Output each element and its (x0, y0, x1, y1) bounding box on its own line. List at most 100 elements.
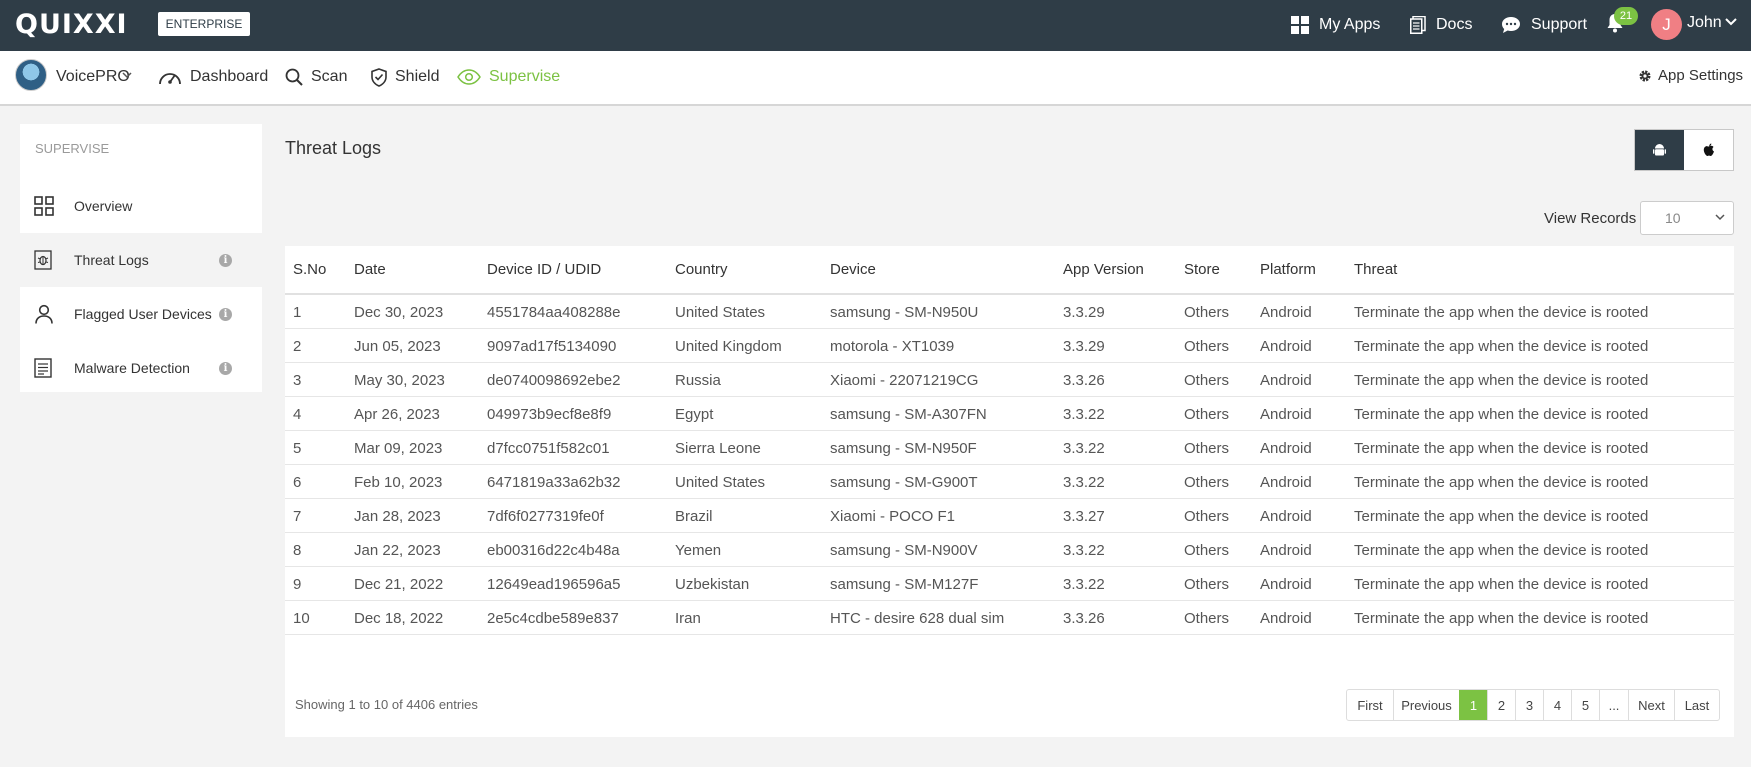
cell-threat: Terminate the app when the device is roo… (1354, 406, 1649, 423)
cell-device-id: 2e5c4cdbe589e837 (487, 610, 619, 627)
table-row[interactable]: 10 Dec 18, 2022 2e5c4cdbe589e837 Iran HTC - … (285, 601, 1734, 635)
sidebar-title: SUPERVISE (35, 141, 110, 156)
cell-store: Others (1184, 576, 1230, 593)
page-1-button[interactable]: 1 (1459, 690, 1487, 720)
eye-icon (457, 69, 481, 85)
table-row[interactable]: 4 Apr 26, 2023 049973b9ecf8e8f9 Egypt samsun… (285, 397, 1734, 431)
column-header[interactable]: Device ID / UDID (487, 261, 601, 278)
app-settings-link[interactable]: App Settings (1638, 67, 1743, 84)
cell-app-version: 3.3.22 (1063, 576, 1105, 593)
table-row[interactable]: 2 Jun 05, 2023 9097ad17f5134090 United King… (285, 329, 1734, 363)
view-records-label: View Records (1544, 210, 1637, 227)
column-header[interactable]: Device (830, 261, 876, 278)
tab-scan[interactable]: Scan (285, 63, 347, 91)
page-4-button[interactable]: 4 (1543, 690, 1571, 720)
chevron-down-icon[interactable] (1725, 18, 1737, 26)
info-icon[interactable]: i (219, 254, 232, 267)
docs-link[interactable]: Docs (1410, 12, 1472, 38)
column-header[interactable]: S.No (293, 261, 326, 278)
table-row[interactable]: 3 May 30, 2023 de0740098692ebe2 Russia Xiaom… (285, 363, 1734, 397)
user-icon (35, 304, 53, 324)
cell-device: samsung - SM-N950U (830, 304, 979, 321)
tab-dashboard[interactable]: Dashboard (158, 63, 268, 91)
info-icon[interactable]: i (219, 362, 232, 375)
page-first-button[interactable]: First (1347, 690, 1393, 720)
table-row[interactable]: 8 Jan 22, 2023 eb00316d22c4b48a Yemen samsun… (285, 533, 1734, 567)
app-nav-bar: VoicePRO Dashboard Scan Shield Supervise… (0, 51, 1751, 106)
sidebar-item-overview[interactable]: Overview (20, 179, 262, 233)
column-header[interactable]: Platform (1260, 261, 1316, 278)
cell-threat: Terminate the app when the device is roo… (1354, 542, 1649, 559)
page-3-button[interactable]: 3 (1515, 690, 1543, 720)
sidebar-item-flagged-user-devices[interactable]: Flagged User Devices i (20, 287, 262, 341)
android-filter-button[interactable] (1635, 130, 1684, 170)
cell-threat: Terminate the app when the device is roo… (1354, 610, 1649, 627)
support-link[interactable]: Support (1501, 12, 1587, 38)
column-header[interactable]: Date (354, 261, 386, 278)
support-label: Support (1531, 16, 1588, 33)
cell-platform: Android (1260, 610, 1312, 627)
page-title: Threat Logs (285, 138, 382, 158)
records-per-page-select[interactable]: 10 (1640, 201, 1734, 235)
cell-store: Others (1184, 338, 1230, 355)
cell-country: United States (675, 304, 766, 321)
sidebar-item-malware-detection[interactable]: Malware Detection i (20, 341, 262, 395)
info-icon[interactable]: i (219, 308, 232, 321)
cell-device-id: 7df6f0277319fe0f (487, 508, 604, 525)
sidebar-item-label: Malware Detection (74, 360, 190, 376)
cell-store: Others (1184, 610, 1230, 627)
sidebar: SUPERVISE Overview Threat Logs i Flagged… (20, 124, 262, 392)
ios-filter-button[interactable] (1684, 130, 1733, 170)
table-row[interactable]: 9 Dec 21, 2022 12649ead196596a5 Uzbekistan s… (285, 567, 1734, 601)
my-apps-link[interactable]: My Apps (1291, 12, 1380, 38)
cell-device-id: 049973b9ecf8e8f9 (487, 406, 612, 423)
chat-bubble-icon (1502, 17, 1520, 33)
cell-device-id: de0740098692ebe2 (487, 372, 621, 389)
cell-device: samsung - SM-N950F (830, 440, 977, 457)
cell-platform: Android (1260, 440, 1312, 457)
table-row[interactable]: 7 Jan 28, 2023 7df6f0277319fe0f Brazil Xiaom… (285, 499, 1734, 533)
app-logo[interactable] (15, 59, 47, 91)
apple-icon (1703, 143, 1714, 156)
quixxi-logo[interactable]: QUIXXI (15, 9, 128, 40)
sidebar-item-label: Overview (74, 198, 133, 214)
tab-shield[interactable]: Shield (371, 63, 439, 91)
column-header[interactable]: Threat (1354, 261, 1397, 278)
cell-sno: 3 (293, 372, 302, 389)
page-last-button[interactable]: Last (1674, 690, 1719, 720)
tab-supervise[interactable]: Supervise (457, 63, 560, 91)
cell-store: Others (1184, 440, 1230, 457)
cell-country: United Kingdom (675, 338, 782, 355)
report-icon (34, 358, 52, 378)
docs-label: Docs (1436, 16, 1473, 33)
page-previous-button[interactable]: Previous (1393, 690, 1459, 720)
page-2-button[interactable]: 2 (1487, 690, 1515, 720)
table-row[interactable]: 6 Feb 10, 2023 6471819a33a62b32 United Stat… (285, 465, 1734, 499)
sidebar-item-threat-logs[interactable]: Threat Logs i (20, 233, 262, 287)
speedometer-icon (159, 73, 181, 85)
table-row[interactable]: 1 Dec 30, 2023 4551784aa408288e United Stat… (285, 295, 1734, 329)
cell-date: Dec 21, 2022 (354, 576, 444, 593)
platform-toggle (1634, 129, 1734, 171)
app-switcher[interactable]: VoicePRO (56, 68, 130, 86)
cell-store: Others (1184, 304, 1230, 321)
avatar[interactable]: J (1651, 9, 1682, 40)
page-5-button[interactable]: 5 (1571, 690, 1599, 720)
column-header[interactable]: Country (675, 261, 728, 278)
cell-sno: 10 (293, 610, 310, 627)
cell-app-version: 3.3.22 (1063, 440, 1105, 457)
page-next-button[interactable]: Next (1628, 690, 1674, 720)
cell-country: Russia (675, 372, 721, 389)
cell-sno: 2 (293, 338, 302, 355)
cell-platform: Android (1260, 304, 1312, 321)
cell-platform: Android (1260, 406, 1312, 423)
column-header[interactable]: Store (1184, 261, 1220, 278)
column-header[interactable]: App Version (1063, 261, 1144, 278)
cell-date: Jan 22, 2023 (354, 542, 441, 559)
table-row[interactable]: 5 Mar 09, 2023 d7fcc0751f582c01 Sierra Leon… (285, 431, 1734, 465)
chevron-down-icon[interactable] (122, 72, 132, 79)
cell-device-id: 9097ad17f5134090 (487, 338, 617, 355)
cell-sno: 6 (293, 474, 302, 491)
cell-device: HTC - desire 628 dual sim (830, 610, 1005, 627)
user-name[interactable]: John (1687, 14, 1722, 32)
